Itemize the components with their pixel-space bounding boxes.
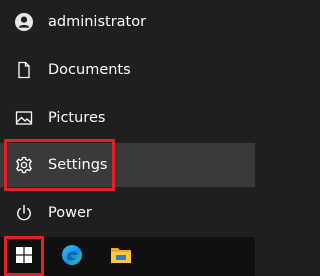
start-menu: administrator Documents Pictures Setting… [0, 0, 255, 237]
settings-label: Settings [48, 157, 108, 173]
start-button[interactable] [1, 237, 47, 276]
file-explorer-icon [110, 245, 132, 269]
settings-item[interactable]: Settings [0, 143, 255, 187]
power-icon [14, 203, 34, 223]
power-label: Power [48, 205, 92, 221]
power-item[interactable]: Power [0, 191, 255, 235]
documents-item[interactable]: Documents [0, 48, 255, 92]
documents-label: Documents [48, 62, 131, 78]
gear-icon [14, 155, 34, 175]
pictures-label: Pictures [48, 110, 106, 126]
document-icon [14, 60, 34, 80]
taskbar [0, 237, 255, 276]
account-name: administrator [48, 14, 147, 30]
pictures-item[interactable]: Pictures [0, 96, 255, 140]
file-explorer-taskbar-button[interactable] [98, 237, 144, 276]
user-avatar-icon [14, 12, 34, 32]
account-item[interactable]: administrator [0, 0, 255, 44]
edge-browser-icon [61, 244, 83, 270]
edge-taskbar-button[interactable] [49, 237, 95, 276]
windows-logo-icon [16, 246, 32, 267]
picture-icon [14, 108, 34, 128]
